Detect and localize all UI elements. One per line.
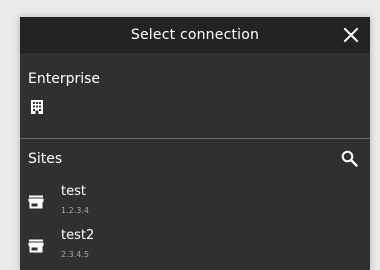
search-icon <box>341 150 358 167</box>
close-icon <box>343 27 359 43</box>
site-item-test2[interactable]: test2 2.3.4.5 <box>20 225 370 267</box>
dialog-titlebar: Select connection <box>20 17 370 53</box>
site-item-test[interactable]: test 1.2.3.4 <box>20 181 370 223</box>
store-icon <box>28 239 44 253</box>
select-connection-dialog: Select connection Enterprise Sites test … <box>20 17 370 270</box>
dialog-title: Select connection <box>130 27 260 43</box>
search-button[interactable] <box>341 150 358 167</box>
section-divider <box>20 138 370 139</box>
store-icon <box>28 195 44 209</box>
close-button[interactable] <box>342 26 360 44</box>
sites-label: Sites <box>28 151 63 167</box>
site-ip: 1.2.3.4 <box>61 206 89 215</box>
enterprise-label: Enterprise <box>28 71 101 87</box>
building-icon <box>31 100 43 114</box>
site-name: test <box>61 184 86 199</box>
site-name: test2 <box>61 228 95 243</box>
site-ip: 2.3.4.5 <box>61 250 89 259</box>
enterprise-button[interactable] <box>29 99 45 115</box>
